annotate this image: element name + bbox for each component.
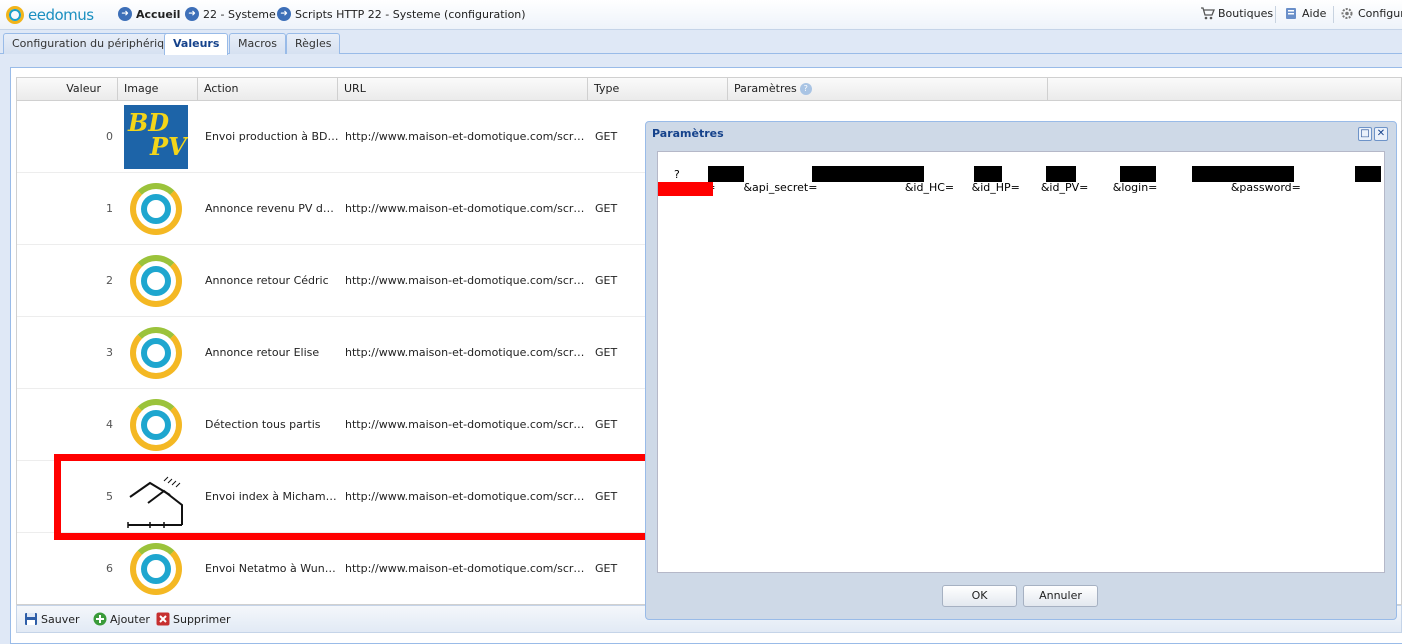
tab-macros[interactable]: Macros (229, 33, 287, 54)
breadcrumb-scripts-config[interactable]: ➜ Scripts HTTP 22 - Systeme (configurati… (277, 7, 526, 21)
tab-bar: Configuration du périphérique Valeurs Ma… (0, 30, 1402, 55)
redaction-block (1120, 166, 1156, 182)
house-icon (124, 465, 188, 529)
row-url: http://www.maison-et-domotique.com/scrip… (345, 562, 585, 575)
save-button[interactable]: Sauver (24, 612, 80, 626)
row-value: 5 (106, 490, 113, 503)
eedomus-ring-icon (124, 321, 188, 385)
configuration-link[interactable]: Configura (1340, 7, 1402, 20)
maximize-icon[interactable]: □ (1358, 127, 1372, 141)
row-value: 1 (106, 202, 113, 215)
delete-icon (156, 612, 170, 626)
eedomus-ring-icon (124, 393, 188, 457)
toolbar-separator (1275, 6, 1276, 23)
breadcrumb-systeme[interactable]: ➜ 22 - Systeme (185, 7, 276, 21)
eedomus-ring-icon (124, 537, 188, 601)
column-header-valeur[interactable]: Valeur (17, 78, 118, 101)
gear-icon (1341, 8, 1353, 19)
row-value: 0 (106, 130, 113, 143)
column-header-url[interactable]: URL (338, 78, 588, 101)
tab-configuration[interactable]: Configuration du périphérique (3, 33, 187, 54)
row-url: http://www.maison-et-domotique.com/scrip… (345, 130, 585, 143)
row-url: http://www.maison-et-domotique.com/scrip… (345, 274, 585, 287)
arrow-right-icon: ➜ (277, 7, 291, 21)
eedomus-ring-icon (124, 177, 188, 241)
arrow-right-icon: ➜ (185, 7, 199, 21)
cancel-button[interactable]: Annuler (1023, 585, 1098, 607)
row-url: http://www.maison-et-domotique.com/scrip… (345, 490, 585, 503)
breadcrumb-accueil[interactable]: ➜ Accueil (118, 7, 180, 21)
redaction-block (708, 166, 744, 182)
add-button[interactable]: Ajouter (93, 612, 150, 626)
row-value: 4 (106, 418, 113, 431)
ok-button[interactable]: OK (942, 585, 1017, 607)
boutiques-link[interactable]: Boutiques (1200, 7, 1273, 20)
row-action: Détection tous partis (205, 418, 321, 431)
red-annotation (658, 182, 713, 196)
redaction-block (1192, 166, 1294, 182)
help-icon[interactable]: ? (799, 83, 812, 95)
close-icon[interactable]: ✕ (1374, 127, 1388, 141)
redaction-block (1046, 166, 1076, 182)
eedomus-logo-icon (6, 6, 24, 24)
redaction-block (1355, 166, 1381, 182)
eedomus-logo[interactable]: eedomus (6, 6, 94, 24)
row-url: http://www.maison-et-domotique.com/scrip… (345, 418, 585, 431)
row-value: 2 (106, 274, 113, 287)
row-url: http://www.maison-et-domotique.com/scrip… (345, 346, 585, 359)
dialog-title: Paramètres (652, 127, 724, 140)
column-header-parametres[interactable]: Paramètres? (728, 78, 1048, 101)
add-icon (93, 612, 107, 626)
column-header-image[interactable]: Image (118, 78, 198, 101)
row-action: Envoi Netatmo à Wunder... (205, 562, 339, 575)
arrow-right-icon: ➜ (118, 7, 132, 21)
toolbar-separator (1333, 6, 1334, 23)
row-value: 6 (106, 562, 113, 575)
redaction-block (974, 166, 1002, 182)
aide-link[interactable]: Aide (1284, 7, 1326, 20)
row-url: http://www.maison-et-domotique.com/scrip… (345, 202, 585, 215)
top-bar: eedomus ➜ Accueil ➜ 22 - Systeme ➜ Scrip… (0, 0, 1402, 30)
eedomus-ring-icon (124, 249, 188, 313)
column-header-action[interactable]: Action (198, 78, 338, 101)
delete-button[interactable]: Supprimer (156, 612, 231, 626)
row-action: Envoi index à Michamps4b (205, 490, 339, 503)
grid-header: Valeur Image Action URL Type Paramètres? (17, 78, 1401, 101)
bdpv-logo: BD PV (124, 105, 188, 169)
row-value: 3 (106, 346, 113, 359)
redaction-block (812, 166, 924, 182)
row-action: Annonce retour Cédric (205, 274, 329, 287)
floppy-disk-icon (25, 613, 37, 625)
cart-icon (1201, 7, 1215, 20)
parametres-textarea[interactable]: ? api_user= &api_secret= &id_HC= &id_HP=… (657, 151, 1385, 573)
tab-regles[interactable]: Règles (286, 33, 341, 54)
column-header-type[interactable]: Type (588, 78, 728, 101)
tab-valeurs[interactable]: Valeurs (164, 33, 229, 55)
help-book-icon (1286, 8, 1296, 19)
row-action: Annonce revenu PV du j... (205, 202, 339, 215)
row-action: Annonce retour Elise (205, 346, 320, 359)
row-action: Envoi production à BDPV (205, 130, 339, 143)
logo-text: eedomus (28, 6, 94, 24)
parametres-dialog: Paramètres □ ✕ ? api_user= &api_secret= … (645, 121, 1397, 620)
